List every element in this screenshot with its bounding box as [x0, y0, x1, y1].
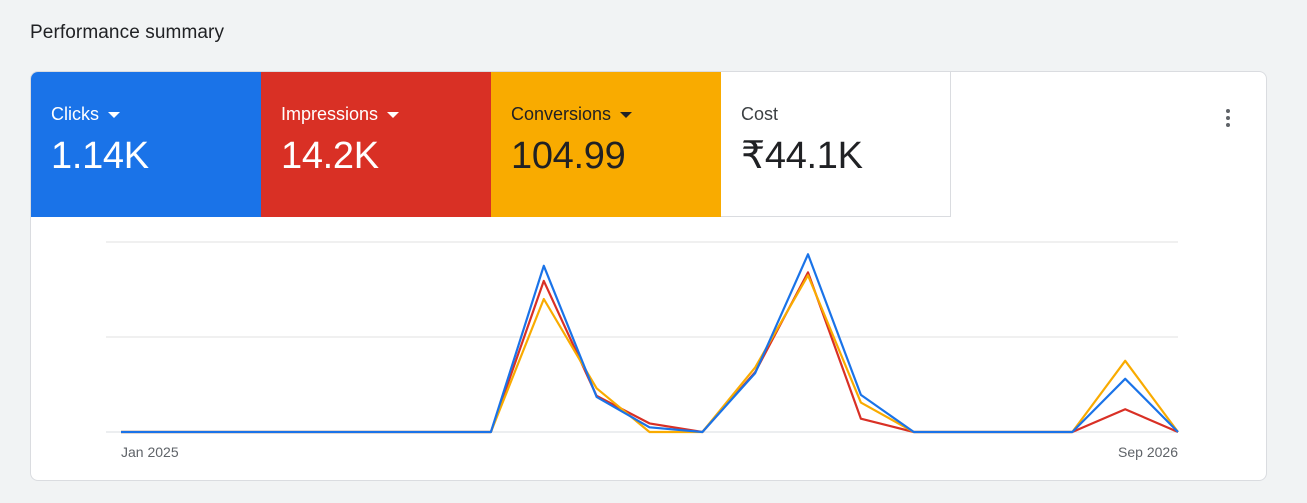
- metric-label-clicks: Clicks: [51, 104, 99, 124]
- performance-summary-card: Jan 2025 Sep 2026 Clicks 1.14K Impression…: [30, 71, 1267, 481]
- metric-tile-cost[interactable]: Cost ₹44.1K: [721, 72, 951, 217]
- metric-label-cost: Cost: [741, 104, 779, 124]
- metric-value-cost: ₹44.1K: [741, 135, 863, 177]
- metric-tile-impressions[interactable]: Impressions 14.2K: [261, 72, 491, 217]
- caret-down-icon[interactable]: [620, 112, 633, 118]
- metric-label-conversions: Conversions: [511, 104, 612, 124]
- metric-label-impressions: Impressions: [281, 104, 379, 124]
- metric-value-clicks: 1.14K: [51, 135, 149, 177]
- page-title: Performance summary: [30, 22, 225, 43]
- more-dot: [1226, 123, 1230, 127]
- metric-value-conversions: 104.99: [511, 135, 626, 177]
- caret-down-icon[interactable]: [108, 112, 120, 118]
- metric-label-row: Conversions: [511, 103, 701, 125]
- metric-tile-clicks[interactable]: Clicks 1.14K: [31, 72, 261, 217]
- metric-label-row: Cost: [741, 103, 930, 125]
- x-tick-label: Jan 2025: [121, 444, 179, 460]
- caret-down-icon[interactable]: [387, 112, 400, 118]
- metric-value-impressions: 14.2K: [281, 135, 379, 177]
- x-tick-label: Sep 2026: [1118, 444, 1178, 460]
- series-line-1[interactable]: [121, 271, 1179, 434]
- metric-label-row: Clicks: [51, 103, 241, 125]
- metric-tile-conversions[interactable]: Conversions 104.99: [491, 72, 721, 217]
- more-vert-icon[interactable]: [1216, 104, 1240, 132]
- more-dot: [1226, 109, 1230, 113]
- metric-label-row: Impressions: [281, 103, 471, 125]
- more-dot: [1226, 116, 1230, 120]
- series-line-0[interactable]: [121, 253, 1179, 434]
- series-line-2[interactable]: [121, 274, 1179, 434]
- metric-tiles: Clicks 1.14K Impressions 14.2K Conversio…: [31, 72, 951, 217]
